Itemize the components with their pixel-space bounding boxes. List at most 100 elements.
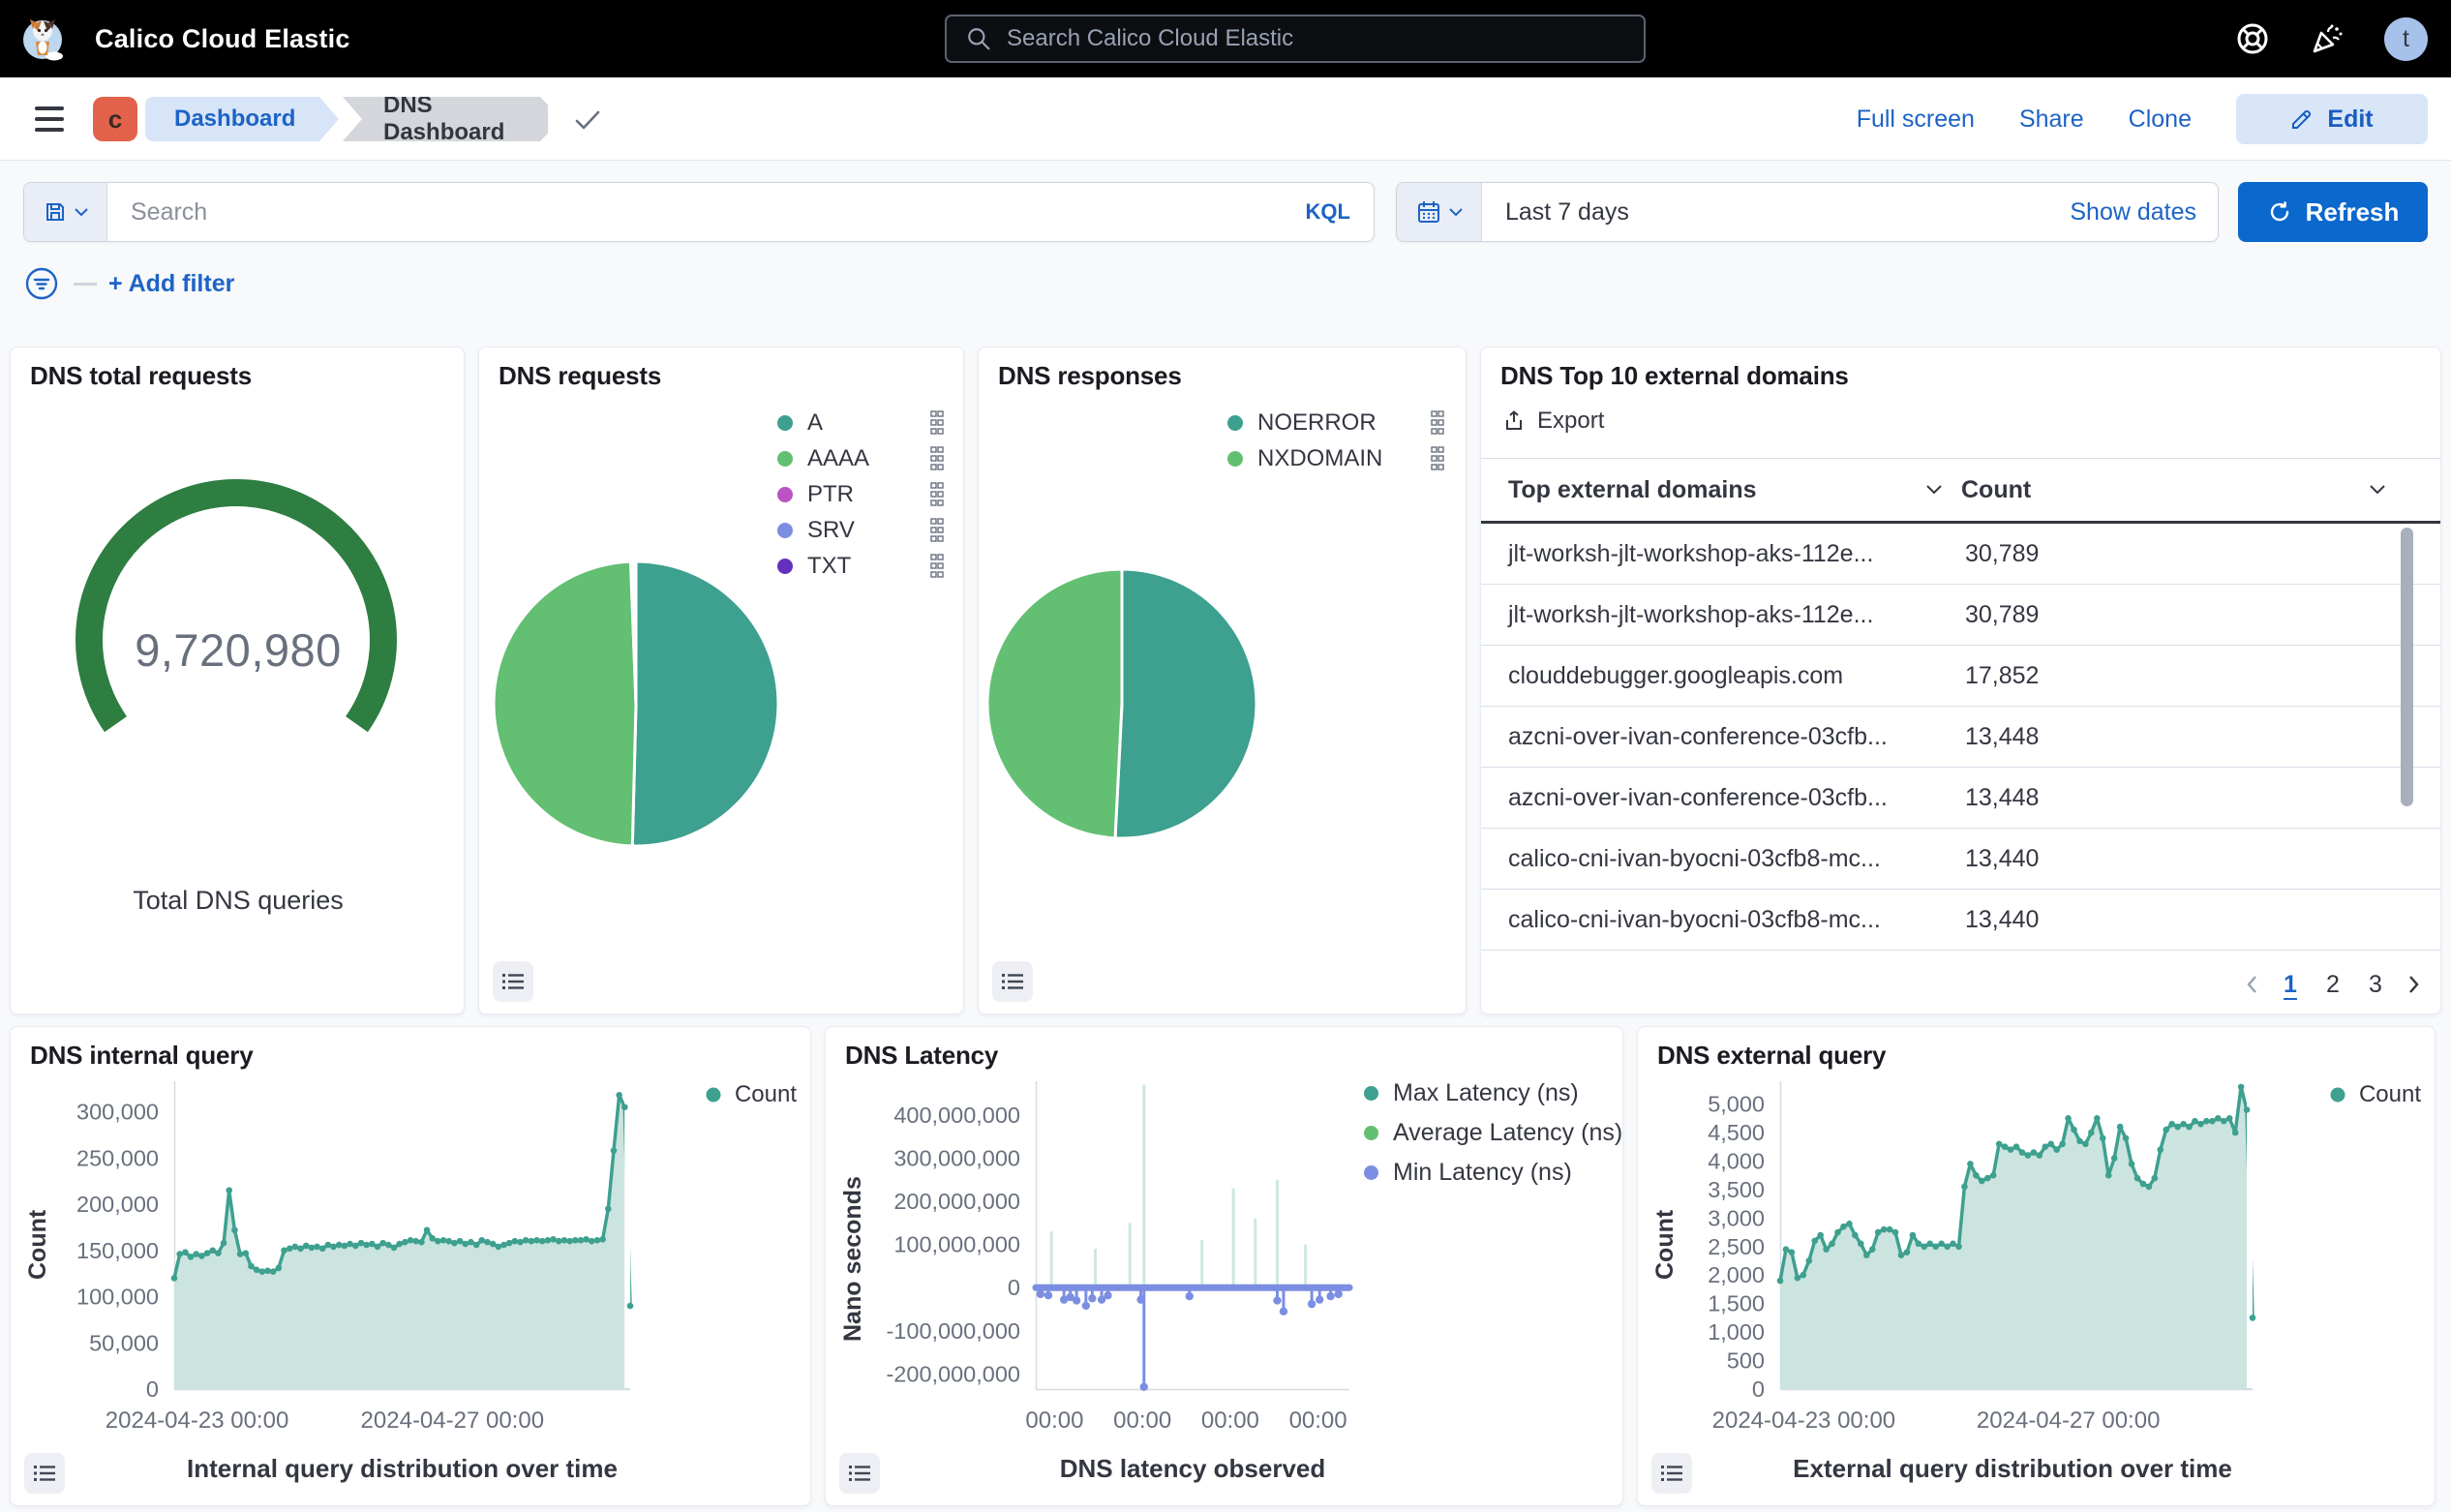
- time-range-value[interactable]: Last 7 days: [1505, 198, 2070, 227]
- area-chart[interactable]: 050,000100,000150,000200,000250,000300,0…: [15, 1068, 692, 1455]
- share-button[interactable]: Share: [2019, 106, 2084, 134]
- page-next-icon[interactable]: [2406, 973, 2421, 996]
- legend-toggle-button[interactable]: [992, 961, 1033, 1002]
- table-scrollbar[interactable]: [2401, 528, 2413, 806]
- svg-text:5,000: 5,000: [1708, 1092, 1765, 1117]
- add-filter-button[interactable]: + Add filter: [108, 270, 234, 298]
- pie-slice-AAAA[interactable]: [494, 561, 636, 846]
- kql-toggle[interactable]: KQL: [1306, 183, 1374, 241]
- pie-slice-NOERROR[interactable]: [1115, 569, 1256, 838]
- page-number-3[interactable]: 3: [2363, 971, 2388, 999]
- drag-handle-icon[interactable]: [930, 554, 944, 579]
- svg-text:1,000: 1,000: [1708, 1319, 1765, 1345]
- legend-label[interactable]: PTR: [807, 481, 930, 508]
- legend-toggle-button[interactable]: [24, 1453, 65, 1494]
- svg-text:2,500: 2,500: [1708, 1234, 1765, 1259]
- refresh-button[interactable]: Refresh: [2238, 182, 2428, 242]
- svg-text:00:00: 00:00: [1289, 1407, 1347, 1434]
- drag-handle-icon[interactable]: [930, 446, 944, 471]
- legend-label[interactable]: Average Latency (ns): [1393, 1119, 1622, 1147]
- drag-handle-icon[interactable]: [1431, 410, 1444, 436]
- svg-text:0: 0: [1008, 1275, 1020, 1300]
- legend-item: Average Latency (ns): [1364, 1119, 1622, 1146]
- legend-toggle-button[interactable]: [839, 1453, 880, 1494]
- avatar[interactable]: t: [2384, 17, 2428, 61]
- legend-label[interactable]: AAAA: [807, 445, 930, 472]
- chevron-down-icon: [2369, 484, 2386, 496]
- chart-legend[interactable]: Count: [2330, 1081, 2421, 1108]
- export-icon: [1502, 409, 1526, 433]
- cell-domain: azcni-over-ivan-conference-03cfb...: [1508, 768, 1888, 828]
- svg-text:200,000: 200,000: [76, 1192, 159, 1217]
- legend-label[interactable]: A: [807, 409, 930, 437]
- saved-query-menu[interactable]: [24, 183, 107, 241]
- drag-handle-icon[interactable]: [1431, 446, 1444, 471]
- edit-button[interactable]: Edit: [2236, 94, 2428, 144]
- check-icon: [573, 108, 602, 132]
- time-picker-menu[interactable]: [1397, 183, 1482, 241]
- drag-handle-icon[interactable]: [930, 518, 944, 543]
- page-number-2[interactable]: 2: [2320, 971, 2345, 999]
- export-button[interactable]: Export: [1502, 408, 1604, 435]
- global-search[interactable]: [945, 15, 1646, 63]
- pagination: 123: [2245, 963, 2421, 1006]
- legend-item: PTR: [777, 481, 944, 508]
- line-chart[interactable]: 400,000,000300,000,000200,000,000100,000…: [830, 1068, 1391, 1455]
- svg-text:250,000: 250,000: [76, 1145, 159, 1170]
- legend-item: SRV: [777, 517, 944, 544]
- show-dates-button[interactable]: Show dates: [2070, 198, 2196, 227]
- cell-count: 30,789: [1965, 524, 2039, 584]
- list-icon: [499, 967, 528, 996]
- column-header-domains[interactable]: Top external domains: [1508, 459, 1943, 521]
- area-chart[interactable]: 05001,0001,5002,0002,5003,0003,5004,0004…: [1642, 1068, 2300, 1455]
- legend-label[interactable]: NXDOMAIN: [1257, 445, 1431, 472]
- pie-slice-A[interactable]: [632, 561, 778, 846]
- panel-dns-external-query: DNS external query Count Count 05001,000…: [1637, 1026, 2436, 1506]
- svg-text:0: 0: [146, 1376, 159, 1402]
- list-icon: [1657, 1459, 1686, 1488]
- svg-text:00:00: 00:00: [1201, 1407, 1259, 1434]
- drag-handle-icon[interactable]: [930, 410, 944, 436]
- news-icon[interactable]: [2309, 20, 2345, 57]
- legend-toggle-button[interactable]: [1651, 1453, 1692, 1494]
- legend-toggle-button[interactable]: [493, 961, 533, 1002]
- svg-text:100,000: 100,000: [76, 1285, 159, 1310]
- legend-label[interactable]: NOERROR: [1257, 409, 1431, 437]
- x-axis-title: Internal query distribution over time: [174, 1454, 630, 1484]
- legend-dot: [777, 523, 793, 538]
- menu-icon[interactable]: [35, 104, 68, 135]
- svg-text:4,000: 4,000: [1708, 1148, 1765, 1173]
- calico-logo-icon[interactable]: [19, 15, 66, 62]
- space-badge[interactable]: c: [93, 97, 137, 141]
- chart-legend[interactable]: Count: [706, 1081, 797, 1108]
- legend-item: AAAA: [777, 445, 944, 472]
- help-icon[interactable]: [2235, 21, 2270, 56]
- legend-label[interactable]: TXT: [807, 553, 930, 580]
- table-body: jlt-worksh-jlt-workshop-aks-112e... 30,7…: [1481, 524, 2440, 951]
- global-search-input[interactable]: [1007, 25, 1624, 52]
- page-number-1[interactable]: 1: [2278, 971, 2303, 999]
- pie-slice-NXDOMAIN[interactable]: [987, 569, 1122, 838]
- breadcrumb-dashboard[interactable]: Dashboard: [145, 97, 339, 141]
- cell-count: 13,448: [1965, 768, 2039, 828]
- legend-label[interactable]: SRV: [807, 517, 930, 544]
- save-icon: [44, 200, 67, 224]
- table-row: azcni-over-ivan-conference-03cfb... 13,4…: [1481, 707, 2440, 768]
- kql-search-input[interactable]: [107, 183, 1306, 241]
- fullscreen-button[interactable]: Full screen: [1857, 106, 1975, 134]
- cell-domain: calico-cni-ivan-byocni-03cfb8-mc...: [1508, 829, 1881, 889]
- pie-slice-TXT[interactable]: [634, 561, 636, 704]
- legend-label[interactable]: Max Latency (ns): [1393, 1079, 1622, 1107]
- cell-count: 13,440: [1965, 890, 2039, 950]
- svg-text:2024-04-27 00:00: 2024-04-27 00:00: [1977, 1407, 2161, 1434]
- filter-icon[interactable]: [23, 265, 60, 302]
- page-prev-icon[interactable]: [2245, 973, 2260, 996]
- breadcrumb-current: DNS Dashboard: [343, 97, 548, 141]
- svg-text:3,000: 3,000: [1708, 1205, 1765, 1230]
- chart-legend: A AAAA PTR SRV TXT: [777, 409, 944, 580]
- legend-label[interactable]: Min Latency (ns): [1393, 1159, 1622, 1187]
- clone-button[interactable]: Clone: [2129, 106, 2192, 134]
- column-header-count[interactable]: Count: [1961, 459, 2386, 521]
- panel-title: DNS internal query: [30, 1041, 253, 1071]
- drag-handle-icon[interactable]: [930, 482, 944, 507]
